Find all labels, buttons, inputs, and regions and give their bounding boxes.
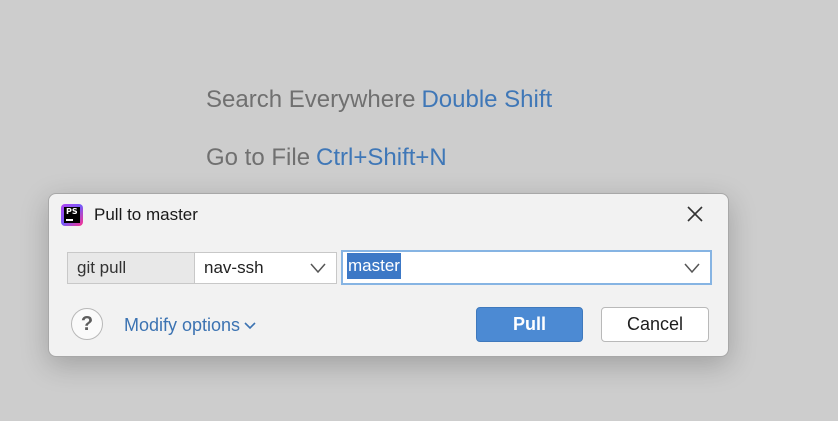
hint-shortcut: Double Shift (421, 86, 553, 113)
pull-button[interactable]: Pull (476, 307, 583, 342)
remote-value: nav-ssh (204, 258, 264, 277)
help-icon: ? (80, 313, 94, 335)
close-button[interactable] (684, 203, 706, 225)
cancel-button[interactable]: Cancel (601, 307, 709, 342)
help-button[interactable]: ? (71, 308, 103, 340)
modify-options-link[interactable]: Modify options (124, 315, 256, 336)
branch-combobox[interactable]: master (341, 250, 712, 285)
search-everywhere-hint: Search Everywhere Double Shift (206, 86, 552, 114)
dialog-title-bar: PS Pull to master (49, 194, 728, 238)
remote-select[interactable]: nav-ssh (195, 252, 337, 284)
branch-value: master (347, 253, 401, 279)
git-command-label: git pull (67, 252, 195, 284)
modify-options-label: Modify options (124, 315, 241, 335)
hint-shortcut: Ctrl+Shift+N (316, 144, 447, 171)
hint-label: Go to File (206, 144, 311, 171)
chevron-down-icon (684, 263, 700, 274)
dialog-title: Pull to master (94, 205, 198, 224)
chevron-down-icon (310, 263, 326, 274)
close-icon (687, 206, 703, 222)
go-to-file-hint: Go to File Ctrl+Shift+N (206, 144, 447, 172)
chevron-down-icon (244, 322, 256, 330)
phpstorm-icon: PS (61, 204, 83, 226)
pull-dialog: PS Pull to master git pull nav-ssh maste… (48, 193, 729, 357)
hint-label: Search Everywhere (206, 86, 416, 113)
